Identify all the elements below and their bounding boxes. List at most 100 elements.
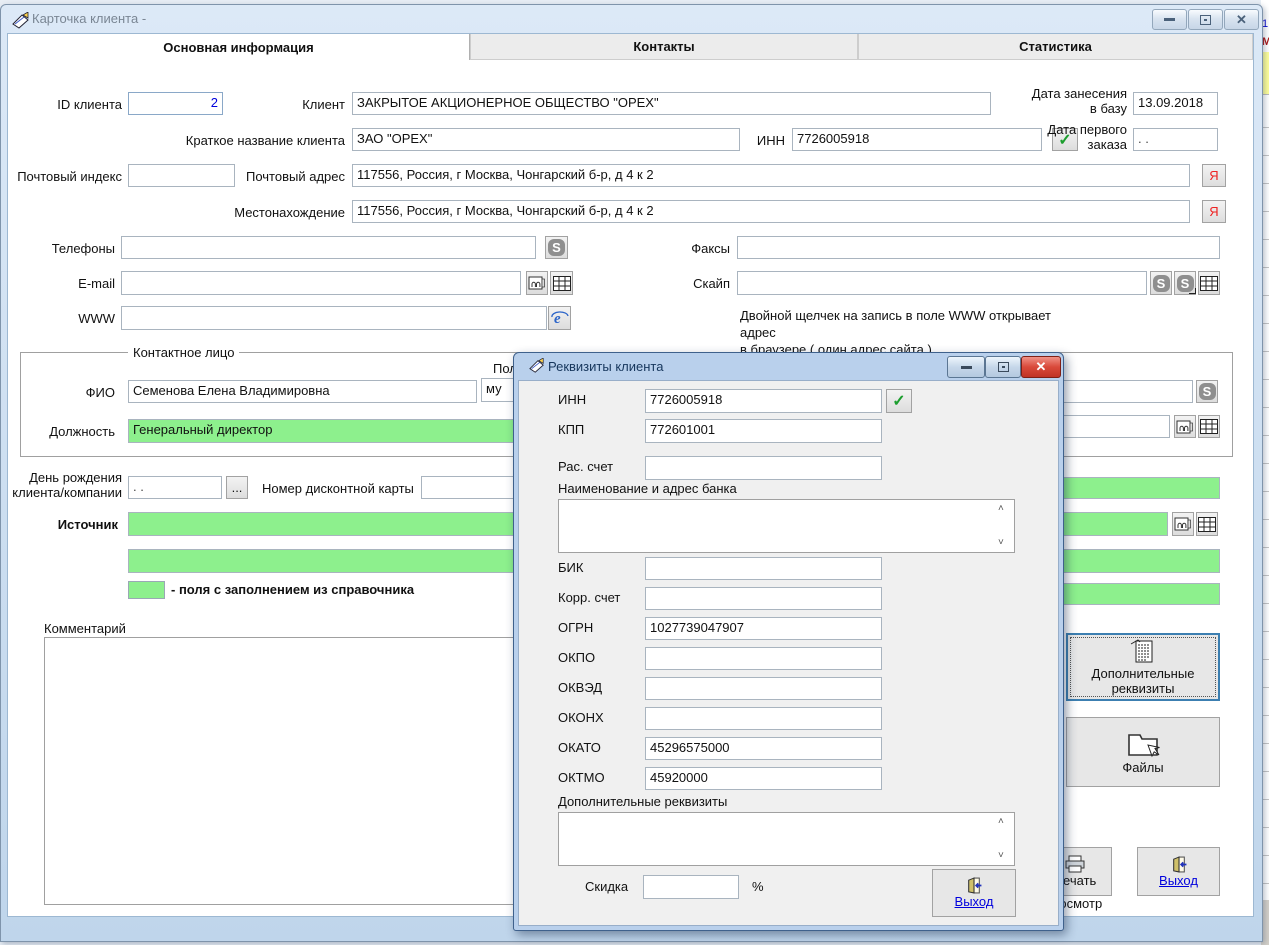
dlg-okonh-label: ОКОНХ xyxy=(558,710,604,725)
dialog-exit-label: Выход xyxy=(955,894,994,909)
client-name-label: Клиент xyxy=(250,97,345,112)
tab-contacts[interactable]: Контакты xyxy=(470,34,858,60)
maximize-button[interactable] xyxy=(1188,9,1223,30)
date-added-field[interactable]: 13.09.2018 xyxy=(1133,92,1218,115)
minimize-button[interactable] xyxy=(1152,9,1187,30)
dlg-additional-textarea[interactable] xyxy=(558,812,1015,866)
dlg-discount-field[interactable] xyxy=(643,875,739,899)
fio-field[interactable]: Семенова Елена Владимировна xyxy=(128,380,477,403)
source-phonebook-button[interactable] xyxy=(1172,512,1194,536)
dlg-oktmo-label: ОКТМО xyxy=(558,770,605,785)
faxes-field[interactable] xyxy=(737,236,1220,259)
close-button[interactable]: ✕ xyxy=(1224,9,1259,30)
window-title: Карточка клиента - xyxy=(32,11,146,26)
dlg-corr-field[interactable] xyxy=(645,587,882,610)
dlg-inn-check-button[interactable]: ✓ xyxy=(886,389,912,413)
contact-skype-button[interactable]: S xyxy=(1196,380,1218,403)
dlg-kpp-label: КПП xyxy=(558,422,584,437)
tab-statistics[interactable]: Статистика xyxy=(858,34,1253,60)
tab-main-info[interactable]: Основная информация xyxy=(8,34,470,60)
scroll-down-icon[interactable]: ˅ xyxy=(998,851,1266,861)
document-icon xyxy=(1128,638,1158,666)
dialog-close-button[interactable]: ✕ xyxy=(1021,356,1061,378)
skype-phone-icon: S xyxy=(1177,275,1194,292)
email-field[interactable] xyxy=(121,271,521,295)
dlg-oktmo-field[interactable]: 45920000 xyxy=(645,767,882,790)
birthday-picker-button[interactable]: ... xyxy=(226,476,248,499)
scroll-up-icon[interactable]: ˄ xyxy=(998,504,1266,514)
dlg-okved-label: ОКВЭД xyxy=(558,680,602,695)
dlg-inn-label: ИНН xyxy=(558,392,586,407)
dlg-okonh-field[interactable] xyxy=(645,707,882,730)
www-browser-button[interactable]: e xyxy=(548,306,571,330)
short-name-field[interactable]: ЗАО "ОРЕХ" xyxy=(352,128,740,151)
tab-statistics-label: Статистика xyxy=(1019,39,1092,54)
phonebook-icon xyxy=(1176,418,1194,436)
skype-field[interactable] xyxy=(737,271,1147,295)
postal-address-field[interactable]: 117556, Россия, г Москва, Чонгарский б-р… xyxy=(352,164,1190,187)
dlg-ogrn-field[interactable]: 1027739047907 xyxy=(645,617,882,640)
additional-requisites-label: Дополнительные реквизиты xyxy=(1073,666,1213,696)
dlg-okved-field[interactable] xyxy=(645,677,882,700)
inn-field[interactable]: 7726005918 xyxy=(792,128,1042,151)
dialog-minimize-button[interactable] xyxy=(947,356,985,378)
dlg-kpp-field[interactable]: 772601001 xyxy=(645,419,882,443)
skype-list-button[interactable] xyxy=(1198,271,1220,295)
phones-label: Телефоны xyxy=(0,241,115,256)
files-label: Файлы xyxy=(1122,760,1163,775)
dlg-bik-label: БИК xyxy=(558,560,583,575)
dlg-ogrn-label: ОГРН xyxy=(558,620,593,635)
inn-label: ИНН xyxy=(720,133,785,148)
tab-contacts-label: Контакты xyxy=(633,39,694,54)
position-label: Должность xyxy=(20,424,115,439)
source-list-button[interactable] xyxy=(1196,512,1218,536)
dlg-bank-textarea[interactable] xyxy=(558,499,1015,553)
postal-index-label: Почтовый индекс xyxy=(0,169,122,184)
dlg-okato-label: ОКАТО xyxy=(558,740,601,755)
location-yandex-button[interactable]: Я xyxy=(1202,200,1226,223)
dlg-okpo-field[interactable] xyxy=(645,647,882,670)
dialog-maximize-button[interactable] xyxy=(985,356,1021,378)
phones-skype-button[interactable]: S xyxy=(545,236,568,259)
phones-field[interactable] xyxy=(121,236,536,259)
dlg-bik-field[interactable] xyxy=(645,557,882,580)
dlg-account-label: Рас. счет xyxy=(558,459,613,474)
dlg-account-field[interactable] xyxy=(645,456,882,480)
skype-icon: S xyxy=(548,239,565,256)
scroll-up-icon[interactable]: ˄ xyxy=(998,817,1266,827)
skype-icon: S xyxy=(1199,383,1216,400)
ya-icon: Я xyxy=(1209,168,1218,183)
minimize-icon xyxy=(1164,18,1175,21)
dlg-okato-field[interactable]: 45296575000 xyxy=(645,737,882,760)
tab-main-info-label: Основная информация xyxy=(163,40,313,55)
client-id-field[interactable]: 2 xyxy=(128,92,223,115)
www-field[interactable] xyxy=(121,306,547,330)
postal-yandex-button[interactable]: Я xyxy=(1202,164,1226,187)
files-button[interactable]: Файлы xyxy=(1066,717,1220,787)
skype-icon: S xyxy=(1153,275,1170,292)
skype-call-button[interactable]: S xyxy=(1150,271,1172,295)
dlg-discount-label: Скидка xyxy=(585,879,628,894)
exit-door-icon xyxy=(965,877,983,894)
birthday-field[interactable]: . . xyxy=(128,476,222,499)
table-icon xyxy=(1200,419,1218,434)
legend-text: - поля с заполнением из справочника xyxy=(171,582,414,597)
dialog-title: Реквизиты клиента xyxy=(548,359,663,374)
check-icon: ✓ xyxy=(892,391,905,411)
www-label: WWW xyxy=(0,311,115,326)
skype-chat-button[interactable]: S xyxy=(1174,271,1196,295)
contact-list-button[interactable] xyxy=(1198,415,1220,438)
scroll-down-icon[interactable]: ˅ xyxy=(998,538,1266,548)
client-name-field[interactable]: ЗАКРЫТОЕ АКЦИОНЕРНОЕ ОБЩЕСТВО "ОРЕХ" xyxy=(352,92,991,115)
source-label: Источник xyxy=(0,517,118,532)
contact-phonebook-button[interactable] xyxy=(1174,415,1196,438)
location-field[interactable]: 117556, Россия, г Москва, Чонгарский б-р… xyxy=(352,200,1190,223)
email-list-button[interactable] xyxy=(550,271,573,295)
dlg-corr-label: Корр. счет xyxy=(558,590,620,605)
additional-requisites-button[interactable]: Дополнительные реквизиты xyxy=(1066,633,1220,701)
maximize-icon xyxy=(998,362,1009,372)
dialog-exit-button[interactable]: Выход xyxy=(932,869,1016,917)
email-phonebook-button[interactable] xyxy=(526,271,548,295)
first-order-field[interactable]: . . xyxy=(1133,128,1218,151)
dlg-inn-field[interactable]: 7726005918 xyxy=(645,389,882,413)
